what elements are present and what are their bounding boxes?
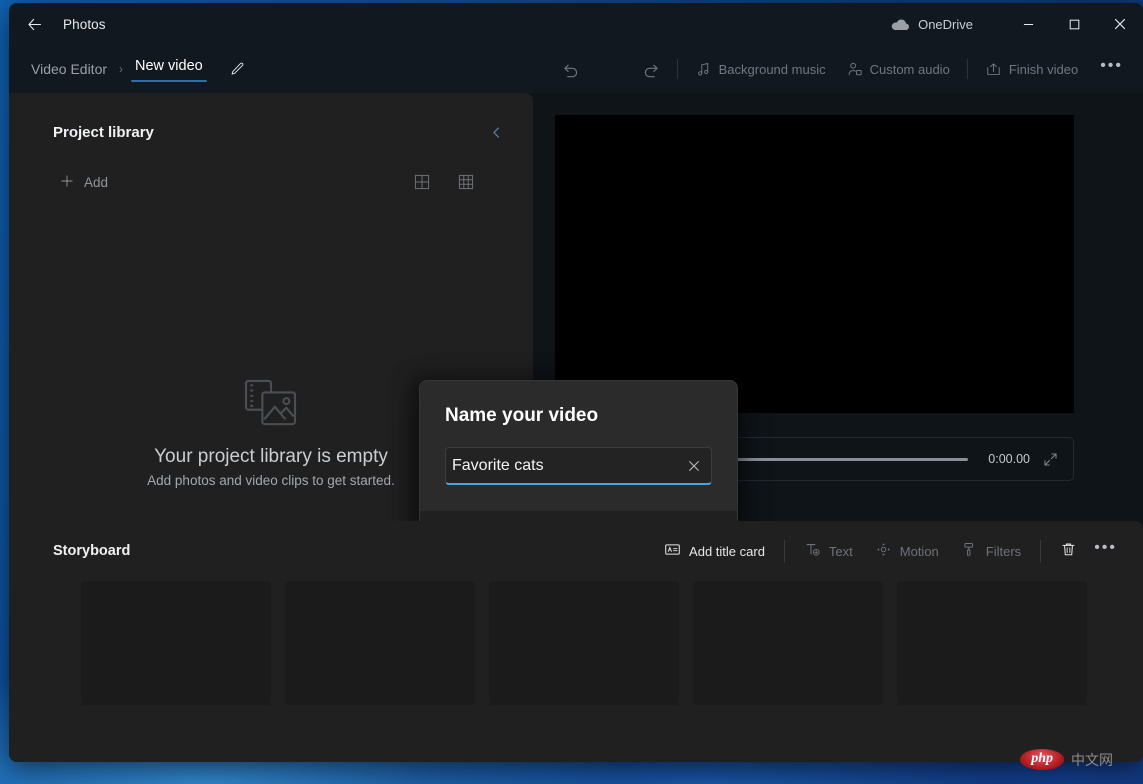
rename-project-button[interactable] xyxy=(223,54,253,84)
finish-video-label: Finish video xyxy=(1009,62,1078,77)
grid-2x2-icon xyxy=(414,174,430,190)
custom-audio-label: Custom audio xyxy=(870,62,950,77)
redo-button[interactable] xyxy=(631,53,670,85)
music-note-icon xyxy=(695,61,712,78)
onedrive-label: OneDrive xyxy=(918,17,973,32)
expand-icon xyxy=(1042,451,1059,468)
add-media-label: Add xyxy=(84,175,108,190)
text-button[interactable]: Text xyxy=(793,535,864,567)
pencil-icon xyxy=(229,61,246,78)
breadcrumb-separator-icon: › xyxy=(117,62,125,76)
photo-video-placeholder-icon xyxy=(244,379,298,432)
delete-button[interactable] xyxy=(1049,535,1088,567)
library-view-toggles xyxy=(409,169,479,195)
dialog-title: Name your video xyxy=(445,405,712,427)
storyboard-divider-1 xyxy=(784,540,785,562)
grid-3x3-view-button[interactable] xyxy=(453,169,479,195)
person-audio-icon xyxy=(846,61,863,78)
close-icon xyxy=(1114,18,1126,30)
toolbar-divider-1 xyxy=(677,59,678,79)
storyboard-cell[interactable] xyxy=(489,581,679,705)
filters-icon xyxy=(961,541,978,561)
storyboard-cell[interactable] xyxy=(285,581,475,705)
background-music-button[interactable]: Background music xyxy=(685,53,836,85)
filters-button[interactable]: Filters xyxy=(950,535,1032,567)
back-button[interactable] xyxy=(17,9,51,39)
breadcrumb-new-video[interactable]: New video xyxy=(127,54,211,84)
grid-3x3-icon xyxy=(458,174,474,190)
undo-button[interactable] xyxy=(552,53,591,85)
watermark-site-text: 中文网 xyxy=(1071,750,1113,770)
storyboard-cell[interactable] xyxy=(897,581,1087,705)
motion-button[interactable]: Motion xyxy=(864,535,950,567)
title-bar: Photos OneDrive xyxy=(9,3,1143,45)
trash-icon xyxy=(1060,541,1077,561)
video-name-field[interactable] xyxy=(445,447,712,485)
add-title-card-label: Add title card xyxy=(689,544,765,559)
fullscreen-button[interactable] xyxy=(1042,451,1059,468)
app-title: Photos xyxy=(63,17,106,32)
window-controls xyxy=(1005,3,1143,45)
library-header: Project library xyxy=(9,93,533,145)
dialog-body: Name your video xyxy=(420,381,737,485)
motion-icon xyxy=(875,541,892,561)
photos-app-window: Photos OneDrive xyxy=(9,3,1143,762)
total-time: 0:00.00 xyxy=(988,452,1030,466)
arrow-left-icon xyxy=(26,16,43,33)
export-icon xyxy=(985,61,1002,78)
storyboard-panel: Storyboard Add title card xyxy=(9,521,1143,762)
background-music-label: Background music xyxy=(719,62,826,77)
title-card-icon xyxy=(664,541,681,561)
breadcrumb: Video Editor › New video xyxy=(23,54,253,84)
minimize-button[interactable] xyxy=(1005,3,1051,45)
main-content: Project library Add xyxy=(9,93,1143,563)
text-label: Text xyxy=(829,544,853,559)
undo-icon xyxy=(562,60,581,79)
cloud-icon xyxy=(891,18,910,31)
video-preview-surface[interactable] xyxy=(555,115,1074,413)
video-name-input[interactable] xyxy=(446,448,677,483)
storyboard-header: Storyboard Add title card xyxy=(9,521,1143,581)
toolbar-divider-2 xyxy=(967,59,968,79)
library-toolbar: Add xyxy=(9,145,533,197)
add-media-button[interactable]: Add xyxy=(57,167,116,197)
storyboard-title: Storyboard xyxy=(53,543,130,559)
clear-input-button[interactable] xyxy=(677,448,711,483)
storyboard-track xyxy=(9,581,1143,705)
onedrive-status[interactable]: OneDrive xyxy=(891,3,973,45)
command-bar: Video Editor › New video xyxy=(9,45,1143,93)
close-button[interactable] xyxy=(1097,3,1143,45)
storyboard-cell[interactable] xyxy=(693,581,883,705)
watermark: php 中文网 xyxy=(1020,749,1113,770)
minimize-icon xyxy=(1023,19,1034,30)
more-options-button[interactable]: ••• xyxy=(1088,57,1135,81)
redo-icon xyxy=(641,60,660,79)
storyboard-more-button[interactable]: ••• xyxy=(1088,539,1131,563)
add-title-card-button[interactable]: Add title card xyxy=(653,535,776,567)
chevron-left-icon xyxy=(489,125,504,140)
storyboard-toolbar: Add title card Text xyxy=(653,535,1131,567)
custom-audio-button[interactable]: Custom audio xyxy=(836,53,960,85)
library-title: Project library xyxy=(53,124,154,141)
finish-video-button[interactable]: Finish video xyxy=(975,53,1088,85)
close-icon xyxy=(688,460,700,472)
plus-icon xyxy=(59,173,75,192)
maximize-button[interactable] xyxy=(1051,3,1097,45)
storyboard-cell[interactable] xyxy=(81,581,271,705)
motion-label: Motion xyxy=(900,544,939,559)
breadcrumb-video-editor[interactable]: Video Editor xyxy=(23,57,115,81)
php-logo: php xyxy=(1020,749,1064,770)
maximize-icon xyxy=(1069,19,1080,30)
text-icon xyxy=(804,541,821,561)
grid-2x2-view-button[interactable] xyxy=(409,169,435,195)
collapse-library-button[interactable] xyxy=(483,119,509,145)
library-empty-subtitle: Add photos and video clips to get starte… xyxy=(147,473,395,488)
storyboard-divider-2 xyxy=(1040,540,1041,562)
command-bar-actions: Background music Custom audio xyxy=(552,45,1135,93)
library-empty-title: Your project library is empty xyxy=(154,446,388,468)
filters-label: Filters xyxy=(986,544,1021,559)
